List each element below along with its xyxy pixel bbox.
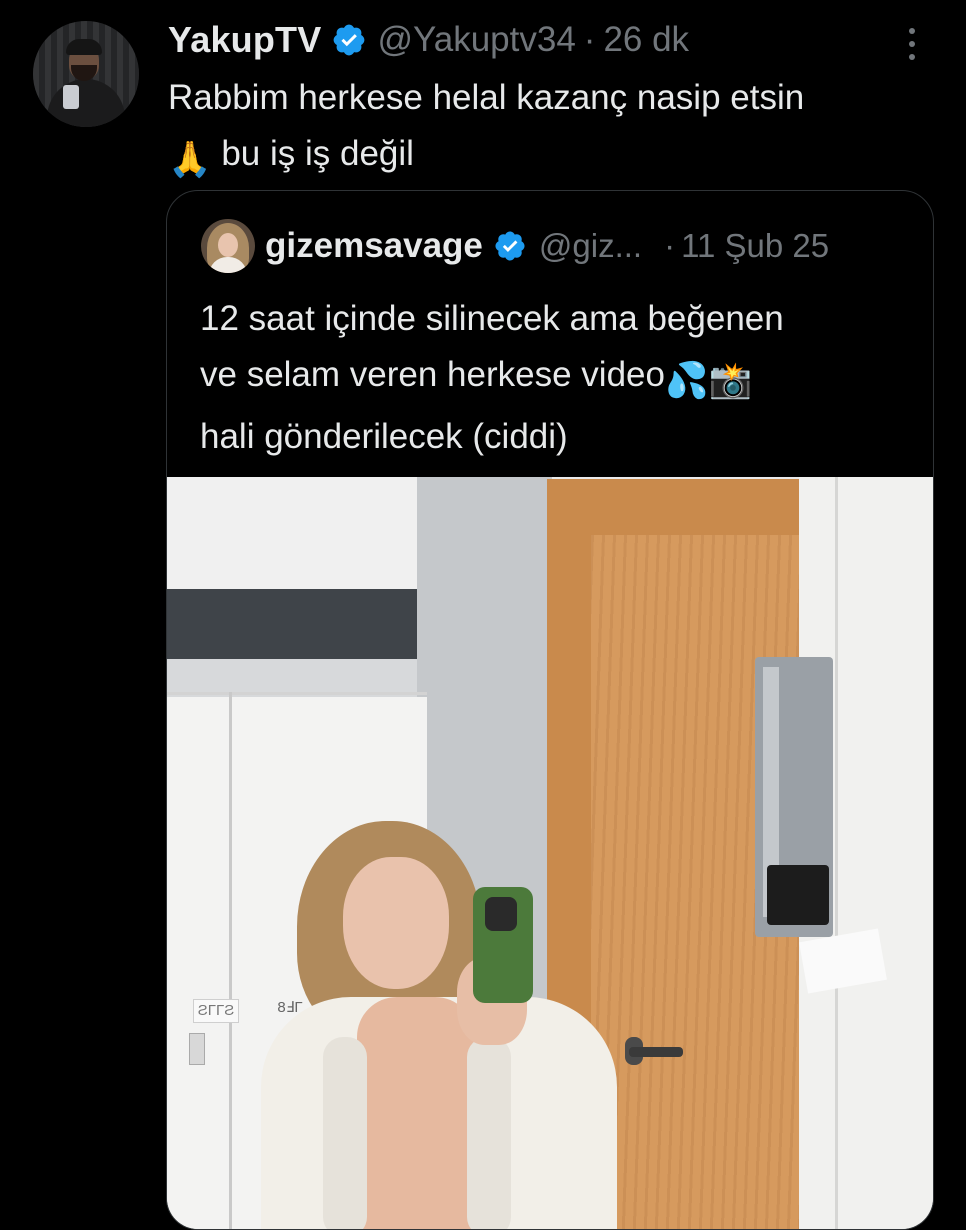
tweet-text-line-2-text: bu iş iş değil	[221, 134, 414, 173]
folded-hands-emoji: 🙏	[168, 140, 212, 179]
more-options-icon[interactable]	[898, 24, 926, 64]
tweet: YakupTV @Yakuptv34 · 26 dk Rabbim herkes…	[0, 0, 966, 1230]
quoted-text-line-3: hali gönderilecek (ciddi)	[200, 417, 568, 456]
tweet-text: Rabbim herkese helal kazanç nasip etsin …	[168, 70, 928, 188]
quoted-tweet-header: gizemsavage @giz... · 11 Şub 25	[265, 221, 829, 271]
droplets-camera-emoji: 💦📸	[664, 361, 753, 400]
tweet-text-line-1: Rabbim herkese helal kazanç nasip etsin	[168, 78, 805, 117]
tweet-timestamp[interactable]: 26 dk	[603, 20, 689, 60]
quoted-tweet-photo[interactable]: ƧΓΓƧ 8ℲΓ	[167, 477, 933, 1229]
quoted-tweet-timestamp[interactable]: 11 Şub 25	[681, 227, 829, 265]
cabinet-label-left: ƧΓΓƧ	[193, 999, 239, 1023]
author-handle[interactable]: @Yakuptv34	[377, 20, 575, 60]
verified-badge-icon	[334, 24, 365, 56]
quoted-text-line-1: 12 saat içinde silinecek ama beğenen	[200, 299, 784, 338]
verified-badge-icon	[495, 231, 525, 261]
quoted-tweet-text: 12 saat içinde silinecek ama beğenen ve …	[200, 291, 920, 465]
quoted-text-line-2-text: ve selam veren herkese video	[200, 355, 665, 394]
separator-dot: ·	[664, 227, 676, 264]
quoted-text-line-2: ve selam veren herkese video💦📸	[200, 347, 920, 409]
author-avatar[interactable]	[33, 21, 139, 127]
tweet-text-line-2: 🙏 bu iş iş değil	[168, 126, 928, 188]
quoted-tweet-card[interactable]: gizemsavage @giz... · 11 Şub 25 12 saat …	[166, 190, 934, 1230]
quoted-author-display-name[interactable]: gizemsavage	[265, 226, 483, 266]
author-display-name[interactable]: YakupTV	[168, 19, 321, 61]
quoted-author-handle[interactable]: @giz...	[539, 227, 642, 265]
tweet-header: YakupTV @Yakuptv34 · 26 dk	[168, 16, 689, 64]
separator-dot: ·	[583, 20, 596, 59]
quoted-author-avatar[interactable]	[201, 219, 255, 273]
